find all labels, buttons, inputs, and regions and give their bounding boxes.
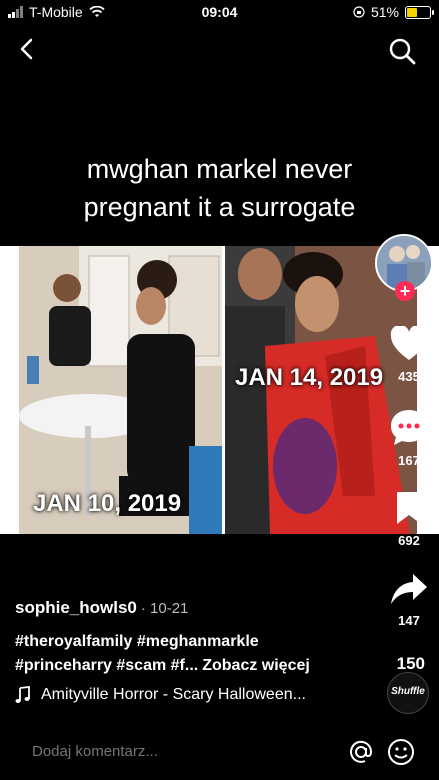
hashtags-line-2: #princeharry #scam #f... Zobacz więcej (15, 654, 375, 678)
hashtags-line-1[interactable]: #theroyalfamily #meghanmarkle (15, 630, 375, 654)
smiley-icon (388, 739, 414, 765)
comment-action[interactable]: 167 (387, 408, 431, 468)
like-count: 435 (398, 369, 420, 384)
music-disc[interactable]: Shuffle (387, 672, 429, 714)
emoji-button[interactable] (387, 738, 415, 766)
status-bar: T-Mobile 09:04 51% (0, 0, 439, 26)
search-button[interactable] (387, 36, 417, 66)
see-more-link[interactable]: Zobacz więcej (202, 657, 310, 674)
share-icon (391, 574, 427, 604)
battery-percent: 51% (370, 4, 399, 20)
comment-count: 167 (398, 453, 420, 468)
status-right: 51% (353, 4, 434, 20)
hashtags-line-2-text[interactable]: #princeharry #scam #f... (15, 657, 198, 674)
right-date-overlay: JAN 14, 2019 (235, 364, 384, 391)
chevron-left-icon (20, 38, 33, 60)
username-label[interactable]: sophie_howls0 (15, 598, 137, 617)
caption-line-2: pregnant it a surrogate (83, 192, 356, 222)
bookmark-count: 692 (398, 533, 420, 548)
left-date-overlay: JAN 10, 2019 (33, 490, 182, 517)
mention-button[interactable] (347, 738, 375, 766)
like-action[interactable]: 435 (387, 324, 431, 384)
post-description: #theroyalfamily #meghanmarkle #princehar… (15, 630, 375, 678)
comment-input[interactable] (30, 742, 314, 761)
comment-icon (391, 410, 427, 445)
music-info[interactable]: Amityville Horror - Scary Halloween... (15, 686, 306, 704)
orientation-lock-icon (353, 6, 365, 18)
bookmark-action[interactable]: 692 (387, 490, 431, 548)
comment-bar (0, 728, 439, 780)
battery-icon (405, 5, 434, 19)
follow-button[interactable]: + (395, 281, 415, 301)
heart-icon (390, 324, 428, 360)
share-action[interactable]: 147 (387, 572, 431, 628)
back-button[interactable] (12, 34, 42, 64)
video-player[interactable]: JAN 10, 2019 JAN 14, 2019 (0, 246, 439, 534)
caption-line-1: mwghan markel never (86, 154, 353, 184)
share-count: 147 (398, 613, 420, 628)
music-title: Amityville Horror - Scary Halloween... (41, 686, 306, 703)
video-caption: mwghan markel never pregnant it a surrog… (20, 150, 419, 226)
at-sign-icon (350, 740, 373, 763)
shuffle-label: Shuffle (391, 686, 425, 697)
search-icon (389, 38, 416, 65)
bookmark-icon (397, 492, 421, 524)
post-date: · 10-21 (140, 600, 189, 617)
sticker-count: 150 (396, 654, 425, 673)
photo-left: JAN 10, 2019 (19, 246, 222, 534)
music-note-icon (15, 686, 30, 703)
post-author[interactable]: sophie_howls0 · 10-21 (15, 598, 188, 618)
